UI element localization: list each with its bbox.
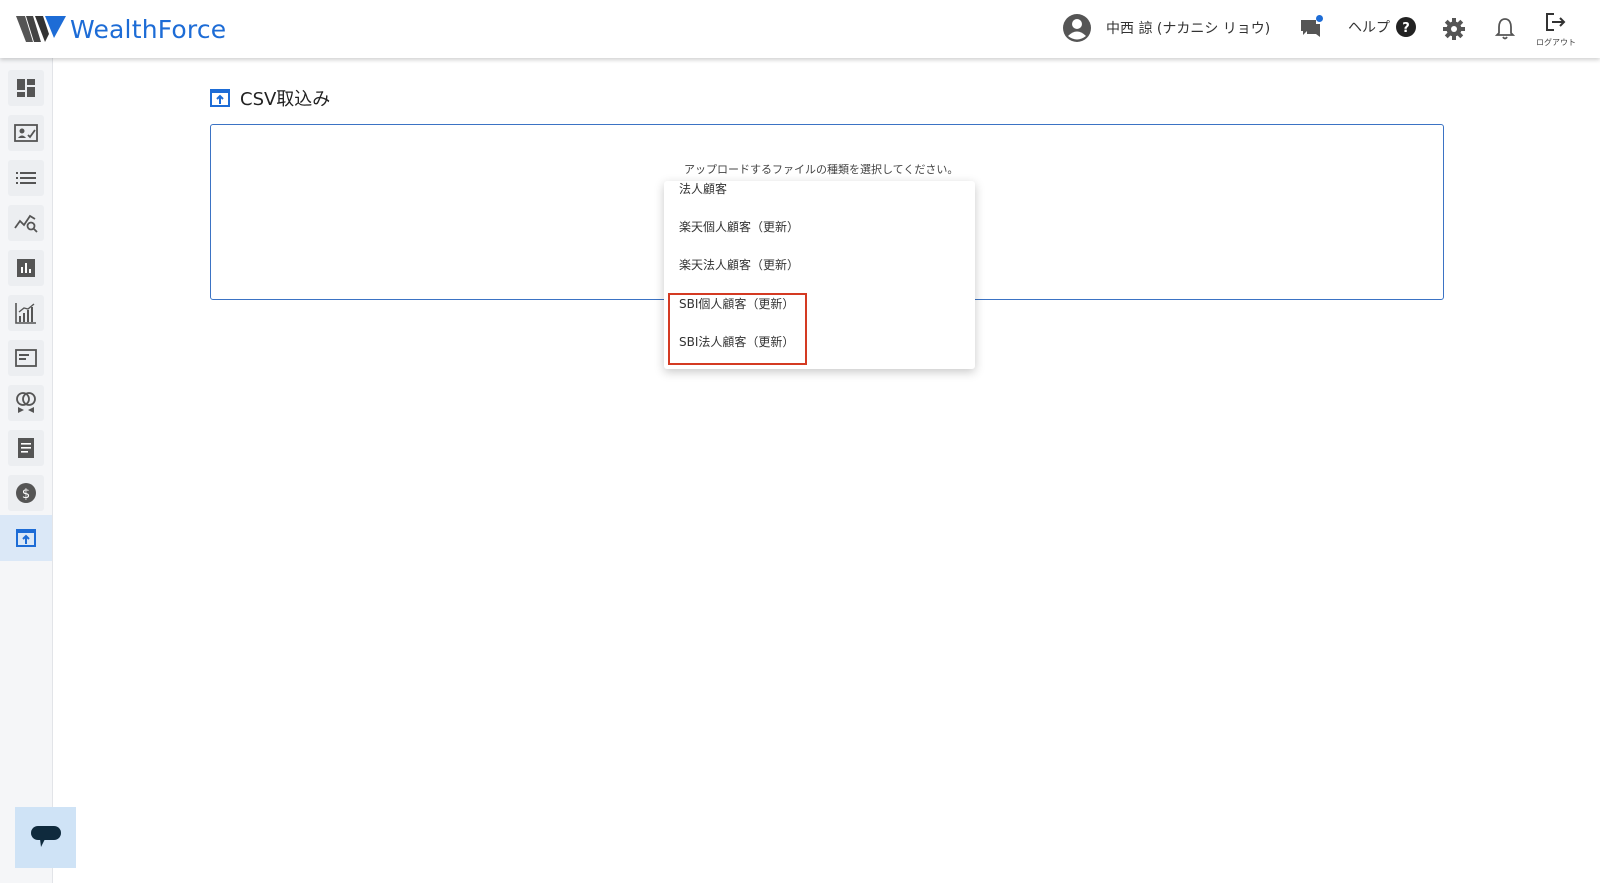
svg-text:$: $ [22, 487, 30, 502]
dropdown-option-sbi-corporate[interactable]: SBI法人顧客（更新） [679, 333, 794, 350]
dropdown-option-sbi-individual[interactable]: SBI個人顧客（更新） [679, 295, 794, 312]
sidebar-item-growth[interactable] [8, 295, 44, 331]
help-label: ヘルプ [1348, 20, 1390, 36]
dashboard-icon [17, 79, 35, 97]
logout-button[interactable]: ログアウト [1532, 12, 1580, 48]
question-circle-icon: ? [1396, 17, 1416, 37]
sidebar-item-report[interactable] [8, 250, 44, 286]
chat-bubble-icon [30, 825, 61, 847]
svg-text:?: ? [1402, 21, 1410, 36]
dropdown-option-rakuten-corporate[interactable]: 楽天法人顧客（更新） [679, 256, 799, 273]
sidebar-item-customer-card[interactable] [8, 115, 44, 151]
sidebar-item-finance[interactable]: $ [8, 475, 44, 511]
rings-icon [16, 392, 36, 413]
csv-upload-icon [16, 529, 36, 547]
dropdown-option-corporate[interactable]: 法人顧客 [679, 181, 727, 197]
chat-support-button[interactable] [15, 807, 76, 868]
brand-name: WealthForce [70, 14, 227, 44]
bell-icon[interactable] [1495, 17, 1515, 41]
page-title: CSV取込み [210, 85, 330, 111]
user-name: 中西 諒 (ナカニシ リョウ) [1106, 21, 1271, 37]
logout-icon [1546, 13, 1566, 31]
sidebar-item-csv-import[interactable] [0, 515, 52, 561]
gear-icon[interactable] [1443, 18, 1465, 40]
sidebar-item-analysis[interactable] [8, 205, 44, 241]
sidebar-item-documents[interactable] [8, 430, 44, 466]
sidebar-item-list[interactable] [8, 160, 44, 196]
sidebar: $ [0, 58, 53, 883]
account-circle-icon [1063, 14, 1091, 42]
user-menu[interactable]: 中西 諒 (ナカニシ リョウ) [1062, 13, 1270, 43]
brand-logo-mark-icon [16, 16, 66, 42]
document-icon [18, 438, 34, 458]
growth-chart-icon [15, 303, 36, 324]
help-button[interactable]: ヘルプ ? [1348, 17, 1416, 37]
sidebar-item-relations[interactable] [8, 385, 44, 421]
sidebar-item-messages[interactable] [8, 340, 44, 376]
dropdown-option-rakuten-individual[interactable]: 楽天個人顧客（更新） [679, 218, 799, 235]
list-icon [16, 172, 36, 184]
customer-card-icon [14, 124, 38, 142]
brand-logo[interactable]: WealthForce [16, 12, 226, 46]
instruction-text: アップロードするファイルの種類を選択してください。 [684, 163, 959, 176]
analysis-search-icon [14, 214, 38, 233]
page-title-text: CSV取込み [240, 89, 331, 110]
notification-dot [1316, 15, 1323, 22]
file-type-dropdown[interactable]: 法人顧客 楽天個人顧客（更新） 楽天法人顧客（更新） SBI個人顧客（更新） S… [664, 181, 975, 369]
csv-upload-icon [210, 89, 230, 107]
top-header: WealthForce 中西 諒 (ナカニシ リョウ) ヘルプ ? ログアウト [0, 0, 1600, 58]
message-card-icon [15, 349, 37, 367]
sidebar-item-dashboard[interactable] [8, 70, 44, 106]
dollar-coin-icon: $ [16, 483, 36, 503]
bar-report-icon [17, 259, 35, 277]
logout-label: ログアウト [1536, 38, 1576, 47]
